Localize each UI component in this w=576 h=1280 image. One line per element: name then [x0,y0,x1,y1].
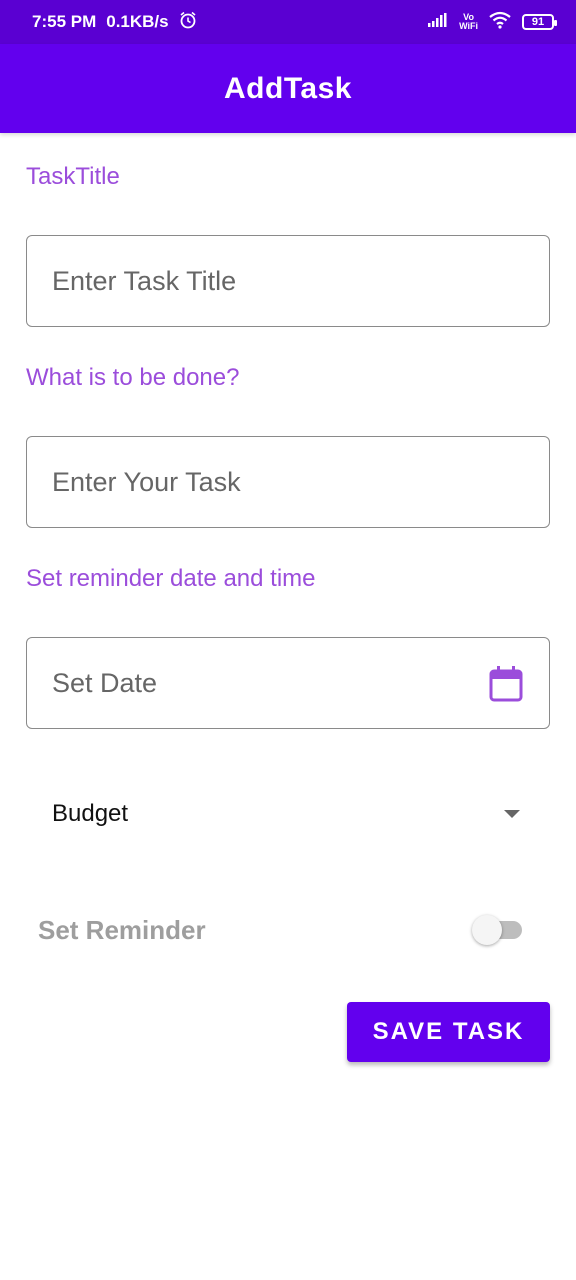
task-description-label: What is to be done? [26,364,240,391]
category-selected: Budget [52,800,129,827]
battery-icon: 91 [522,14,557,30]
vowifi-icon: Vo WiFi [459,12,478,31]
signal-bars-icon [427,12,449,32]
calendar-icon[interactable] [489,666,523,702]
page-title: AddTask [224,71,352,105]
task-title-placeholder: Enter Task Title [52,265,237,296]
set-reminder-label: Set Reminder [38,914,206,945]
battery-level: 91 [531,16,545,28]
set-date-placeholder: Set Date [52,667,158,698]
switch-thumb [472,915,502,945]
app-bar: AddTask [0,44,576,133]
task-description-input[interactable]: Enter Your Task [26,436,550,528]
set-reminder-switch[interactable] [472,915,522,945]
alarm-clock-icon [179,11,197,34]
set-date-input[interactable]: Set Date [26,637,550,729]
status-time: 7:55 PM [32,12,97,31]
task-description-placeholder: Enter Your Task [52,466,241,497]
wifi-icon [488,11,512,34]
status-data-speed: 0.1KB/s [106,12,169,31]
category-dropdown[interactable]: Budget [26,770,550,858]
status-bar: 7:55 PM 0.1KB/s Vo WiFi 91 [0,0,576,44]
task-title-label: TaskTitle [26,163,120,190]
save-task-button[interactable]: SAVE TASK [347,1002,550,1062]
set-reminder-row: Set Reminder [38,900,528,960]
task-title-input[interactable]: Enter Task Title [26,235,550,327]
dropdown-arrow-icon [504,810,520,818]
reminder-datetime-label: Set reminder date and time [26,565,316,592]
